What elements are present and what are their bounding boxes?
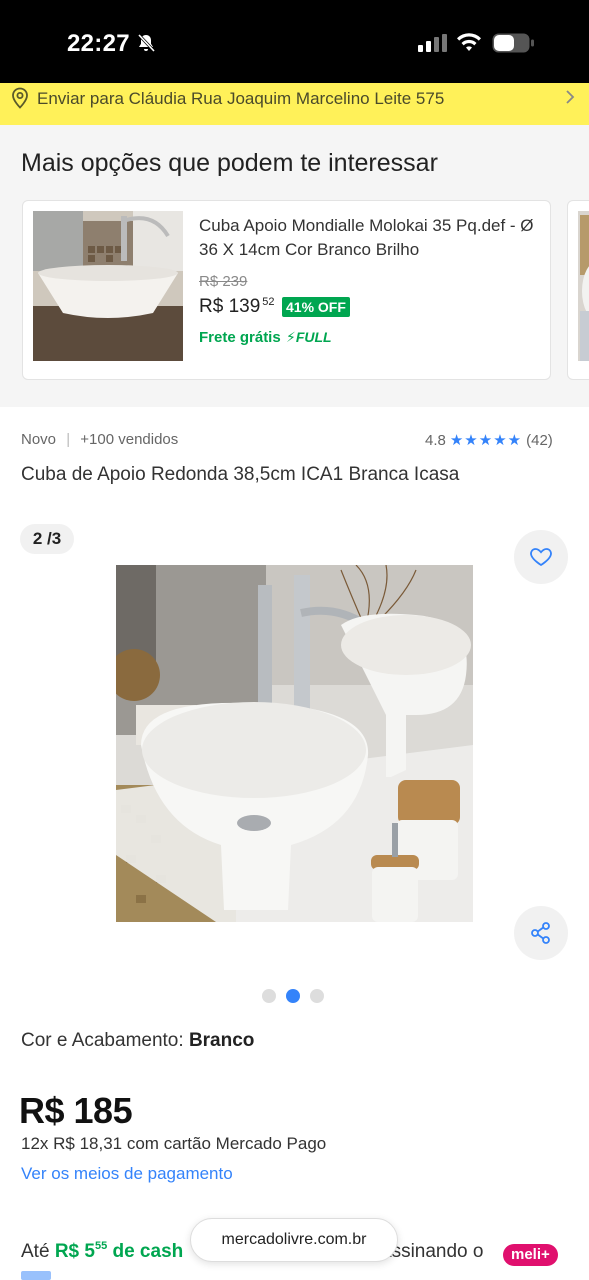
product-main-image[interactable] [116, 565, 473, 922]
rating-count: (42) [526, 431, 553, 449]
product-condition: Novo | +100 vendidos [21, 431, 179, 448]
battery-icon [492, 33, 534, 53]
share-button[interactable] [514, 906, 568, 960]
cashback-label: de cash [107, 1241, 184, 1262]
rating-value: 4.8 [425, 431, 446, 449]
location-pin-icon [12, 87, 28, 109]
pagination-dot[interactable] [262, 989, 276, 1003]
pagination-dot-active[interactable] [286, 989, 300, 1003]
meli-plus-badge[interactable]: meli+ [503, 1244, 558, 1266]
recommendation-old-price: R$ 239 [199, 273, 248, 290]
browser-url-pill[interactable]: mercadolivre.com.br [190, 1218, 398, 1262]
recommendation-title[interactable]: Cuba Apoio Mondialle Molokai 35 Pq.def -… [199, 214, 539, 262]
recommendation-price-value: R$ 139 [199, 296, 261, 317]
product-price: R$ 185 [19, 1090, 133, 1131]
color-value: Branco [188, 1030, 255, 1051]
image-counter: 2 /3 [20, 524, 74, 554]
chevron-right-icon[interactable] [563, 88, 577, 106]
image-pagination [262, 989, 324, 1003]
pagination-dot[interactable] [310, 989, 324, 1003]
delivery-address-text[interactable]: Enviar para Cláudia Rua Joaquim Marcelin… [37, 89, 444, 109]
cashback-cents: 55 [94, 1240, 108, 1252]
cashback-prefix: Até [21, 1241, 55, 1262]
discount-badge: 41% OFF [282, 297, 350, 317]
signal-icon [418, 34, 447, 52]
favorite-button[interactable] [514, 530, 568, 584]
recommendation-price-cents: 52 [262, 296, 275, 308]
color-variation[interactable]: Cor e Acabamento: Branco [21, 1030, 254, 1052]
cashback-line: Até R$ 555 de cash [21, 1240, 184, 1263]
heart-icon [530, 548, 552, 567]
wifi-icon [457, 33, 481, 51]
recommendations-title: Mais opções que podem te interessar [21, 149, 438, 177]
full-badge-label: FULL [295, 329, 332, 345]
full-badge: ⚡FULL [286, 329, 332, 346]
lightning-icon: ⚡ [286, 329, 296, 345]
cashback-value: R$ 555 de cash [54, 1240, 184, 1262]
recommendations-section: Mais opções que podem te interessar Cuba… [0, 125, 589, 407]
product-thumbnail[interactable] [33, 211, 183, 361]
condition-label: Novo [21, 431, 57, 448]
recommendation-card[interactable]: Cuba Apoio Mondialle Molokai 35 Pq.def -… [22, 200, 551, 380]
status-bar: 22:27 [0, 0, 589, 83]
partial-link [21, 1271, 51, 1280]
payment-methods-link[interactable]: Ver os meios de pagamento [21, 1164, 233, 1184]
color-label: Cor e Acabamento: [21, 1030, 189, 1051]
star-icons: ★★★★★ [449, 432, 523, 449]
recommendation-price: R$ 139 52 [199, 296, 275, 318]
status-time: 22:27 [67, 30, 130, 57]
share-icon [531, 922, 550, 944]
product-thumbnail[interactable] [568, 201, 589, 380]
bell-muted-icon [137, 33, 156, 53]
free-shipping-label: Frete grátis [199, 329, 281, 346]
sold-count: +100 vendidos [80, 431, 179, 448]
installments-text: 12x R$ 18,31 com cartão Mercado Pago [21, 1134, 327, 1153]
product-title: Cuba de Apoio Redonda 38,5cm ICA1 Branca… [21, 464, 460, 485]
cashback-amount: R$ 5 [54, 1241, 95, 1262]
recommendation-card-partial[interactable] [567, 200, 589, 380]
product-rating[interactable]: 4.8 ★★★★★ (42) [425, 431, 553, 450]
